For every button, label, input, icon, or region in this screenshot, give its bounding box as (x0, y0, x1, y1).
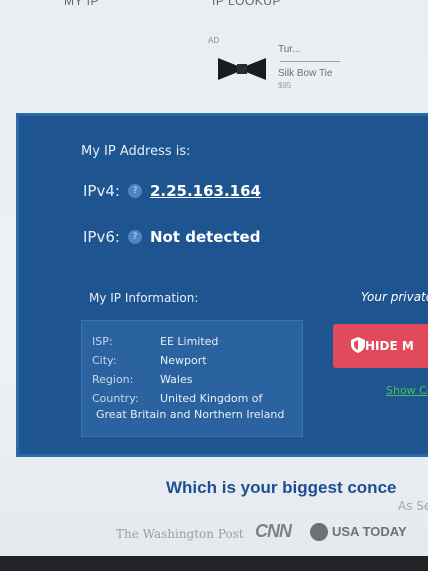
browser-screen: MY IP IP LOOKUP AD Tur... Silk Bow Tie $… (0, 0, 428, 571)
isp-row: ISP: EE Limited (92, 335, 218, 348)
ip-info-box: ISP: EE Limited City: Newport Region: Wales… (81, 320, 303, 437)
city-label: City: (92, 354, 117, 367)
ipv6-row: IPv6: ? Not detected (83, 228, 260, 246)
washington-post-logo: The Washington Post (116, 527, 244, 541)
ad-title: Tur... (278, 44, 301, 55)
as-seen-text: As Se (398, 499, 428, 513)
ipv4-value[interactable]: 2.25.163.164 (150, 182, 261, 200)
shield-icon (351, 337, 365, 353)
region-row: Region: Wales (92, 373, 192, 386)
ad-product: Silk Bow Tie (278, 68, 333, 79)
ipv4-label: IPv4: (83, 182, 120, 200)
top-nav: MY IP IP LOOKUP (0, 0, 428, 14)
bow-tie-icon (218, 58, 266, 80)
city-value: Newport (160, 354, 207, 367)
region-label: Region: (92, 373, 134, 386)
country-value-cont: Great Britain and Northern Ireland (96, 408, 285, 421)
survey-question: Which is your biggest conce (166, 478, 397, 497)
private-text: Your private (361, 290, 428, 304)
show-link[interactable]: Show Co (386, 384, 428, 397)
ipv6-value: Not detected (149, 228, 261, 246)
isp-label: ISP: (92, 335, 113, 348)
region-value: Wales (160, 373, 193, 386)
ipv6-label: IPv6: (83, 228, 120, 246)
hide-button-label: HIDE M (365, 339, 414, 353)
ad-card[interactable]: Tur... Silk Bow Tie $95 (216, 44, 346, 92)
ip-panel: My IP Address is: IPv4: ? 2.25.163.164 I… (16, 113, 428, 457)
ip-heading: My IP Address is: (81, 144, 191, 159)
monitor-bezel (0, 556, 428, 571)
nav-ip-lookup[interactable]: IP LOOKUP (212, 0, 281, 8)
nav-my-ip[interactable]: MY IP (64, 0, 99, 8)
country-value: United Kingdom of (160, 392, 263, 405)
hide-ip-button[interactable]: HIDE M (333, 324, 428, 368)
isp-value: EE Limited (160, 335, 219, 348)
usa-today-dot-icon (310, 523, 328, 541)
country-row: Country: United Kingdom of (92, 392, 262, 405)
ipv4-row: IPv4: ? 2.25.163.164 (83, 182, 261, 200)
cnn-logo: CNN (255, 521, 292, 541)
city-row: City: Newport (92, 354, 207, 367)
country-label: Country: (92, 392, 139, 405)
help-icon[interactable]: ? (127, 230, 142, 244)
ad-text: Tur... Silk Bow Tie $95 (278, 44, 346, 92)
info-heading: My IP Information: (89, 291, 199, 305)
help-icon[interactable]: ? (127, 184, 142, 198)
ad-price: $95 (278, 81, 292, 90)
usa-today-logo: USA TODAY (332, 524, 407, 539)
